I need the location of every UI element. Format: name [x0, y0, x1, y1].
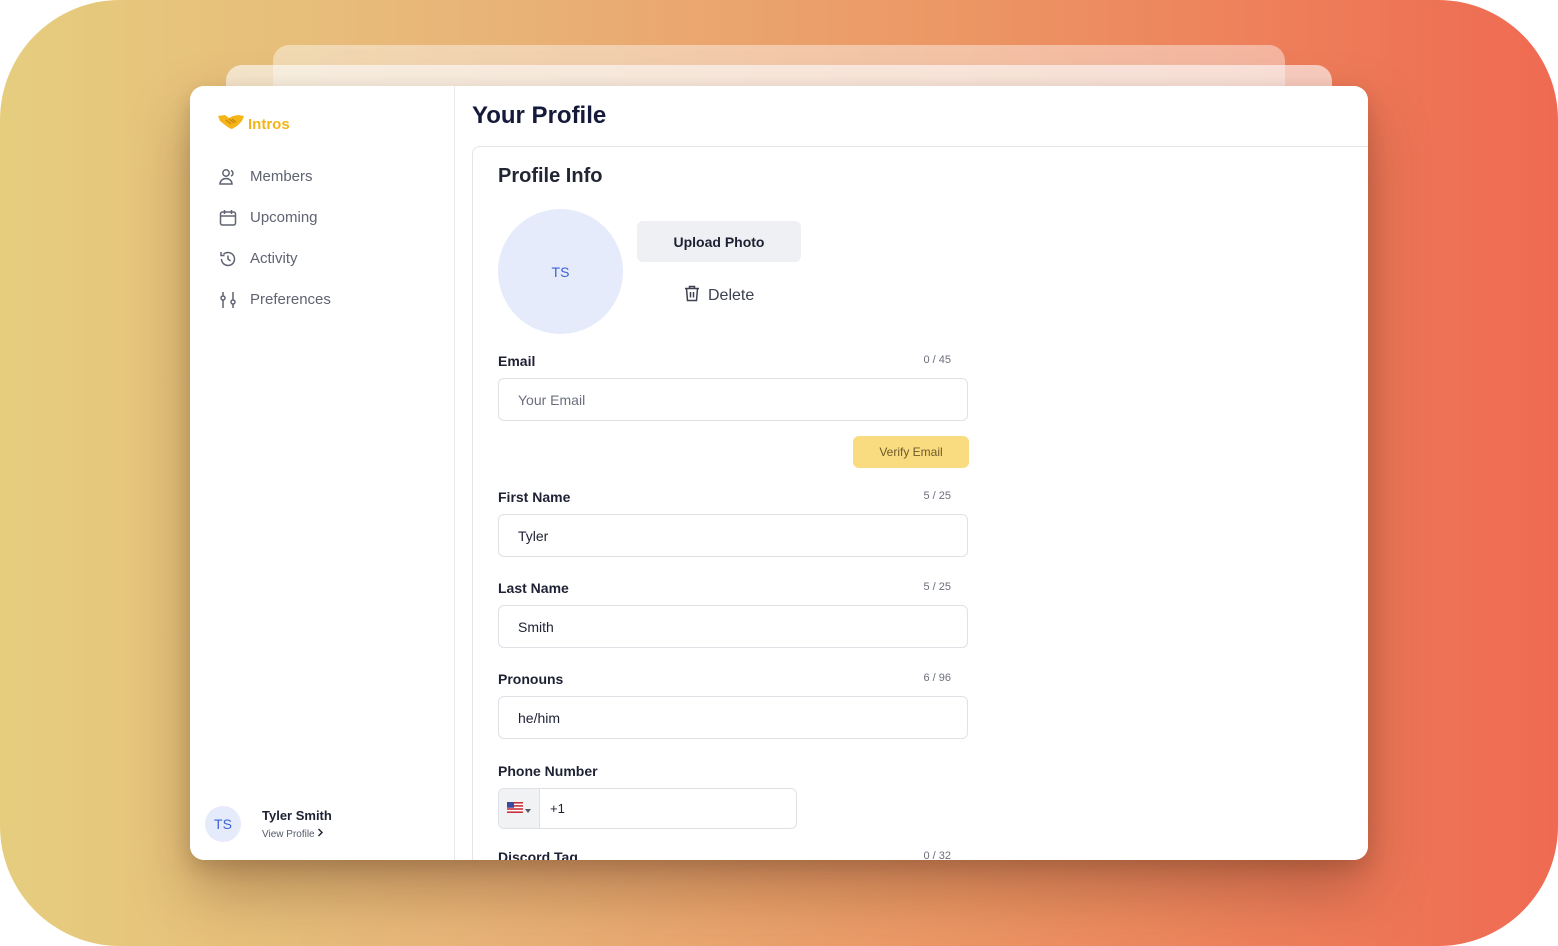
app-name: Intros: [248, 116, 290, 133]
discord-tag-char-count: 0 / 32: [923, 850, 951, 860]
us-flag-icon: [507, 800, 523, 818]
first-name-field[interactable]: Tyler: [498, 514, 968, 557]
sidebar-item-label: Activity: [250, 250, 298, 267]
delete-label: Delete: [708, 287, 755, 304]
first-name-char-count: 5 / 25: [923, 490, 951, 502]
app-window: Intros Members Upcoming Activity Prefere…: [190, 86, 1368, 860]
user-profile-summary[interactable]: TS Tyler Smith View Profile: [205, 806, 332, 842]
sidebar-item-label: Upcoming: [250, 209, 318, 226]
sidebar-item-label: Members: [250, 168, 313, 185]
pronouns-char-count: 6 / 96: [923, 672, 951, 684]
sidebar-item-upcoming[interactable]: Upcoming: [217, 197, 331, 238]
main-content: Your Profile Profile Info TS Upload Phot…: [455, 86, 1368, 860]
page-title: Your Profile: [472, 102, 607, 129]
view-profile-label: View Profile: [262, 829, 315, 840]
calendar-icon: [217, 207, 239, 229]
last-name-label: Last Name: [498, 580, 569, 596]
sidebar-item-activity[interactable]: Activity: [217, 238, 331, 279]
phone-label: Phone Number: [498, 763, 598, 779]
sidebar: Intros Members Upcoming Activity Prefere…: [190, 86, 455, 860]
delete-photo-button[interactable]: Delete: [683, 284, 754, 308]
first-name-label: First Name: [498, 489, 571, 505]
last-name-char-count: 5 / 25: [923, 581, 951, 593]
gradient-background: Intros Members Upcoming Activity Prefere…: [0, 0, 1558, 946]
last-name-field[interactable]: Smith: [498, 605, 968, 648]
sidebar-nav: Members Upcoming Activity Preferences: [217, 156, 331, 320]
chevron-right-icon: [317, 828, 324, 840]
sliders-icon: [217, 289, 239, 311]
history-icon: [217, 248, 239, 270]
users-icon: [217, 166, 239, 188]
sidebar-item-label: Preferences: [250, 291, 331, 308]
profile-avatar[interactable]: TS: [498, 209, 623, 334]
caret-down-icon: [525, 800, 531, 818]
phone-input: +1: [498, 788, 797, 829]
handshake-icon: [217, 112, 245, 137]
trash-icon: [683, 284, 701, 308]
section-title: Profile Info: [498, 165, 603, 187]
phone-number-field[interactable]: +1: [550, 801, 565, 816]
upload-photo-button[interactable]: Upload Photo: [637, 221, 801, 262]
profile-info-card: Profile Info TS Upload Photo Delete Emai…: [472, 146, 1368, 860]
avatar[interactable]: TS: [205, 806, 241, 842]
discord-tag-label: Discord Tag: [498, 849, 578, 860]
email-field[interactable]: Your Email: [498, 378, 968, 421]
sidebar-item-members[interactable]: Members: [217, 156, 331, 197]
email-label: Email: [498, 353, 536, 369]
view-profile-link[interactable]: View Profile: [262, 828, 332, 840]
user-info: Tyler Smith View Profile: [262, 808, 332, 840]
app-logo[interactable]: Intros: [217, 112, 290, 137]
email-char-count: 0 / 45: [923, 354, 951, 366]
country-code-select[interactable]: [499, 789, 540, 828]
pronouns-field[interactable]: he/him: [498, 696, 968, 739]
pronouns-label: Pronouns: [498, 671, 564, 687]
user-name: Tyler Smith: [262, 808, 332, 823]
sidebar-item-preferences[interactable]: Preferences: [217, 279, 331, 320]
verify-email-button[interactable]: Verify Email: [853, 436, 969, 468]
